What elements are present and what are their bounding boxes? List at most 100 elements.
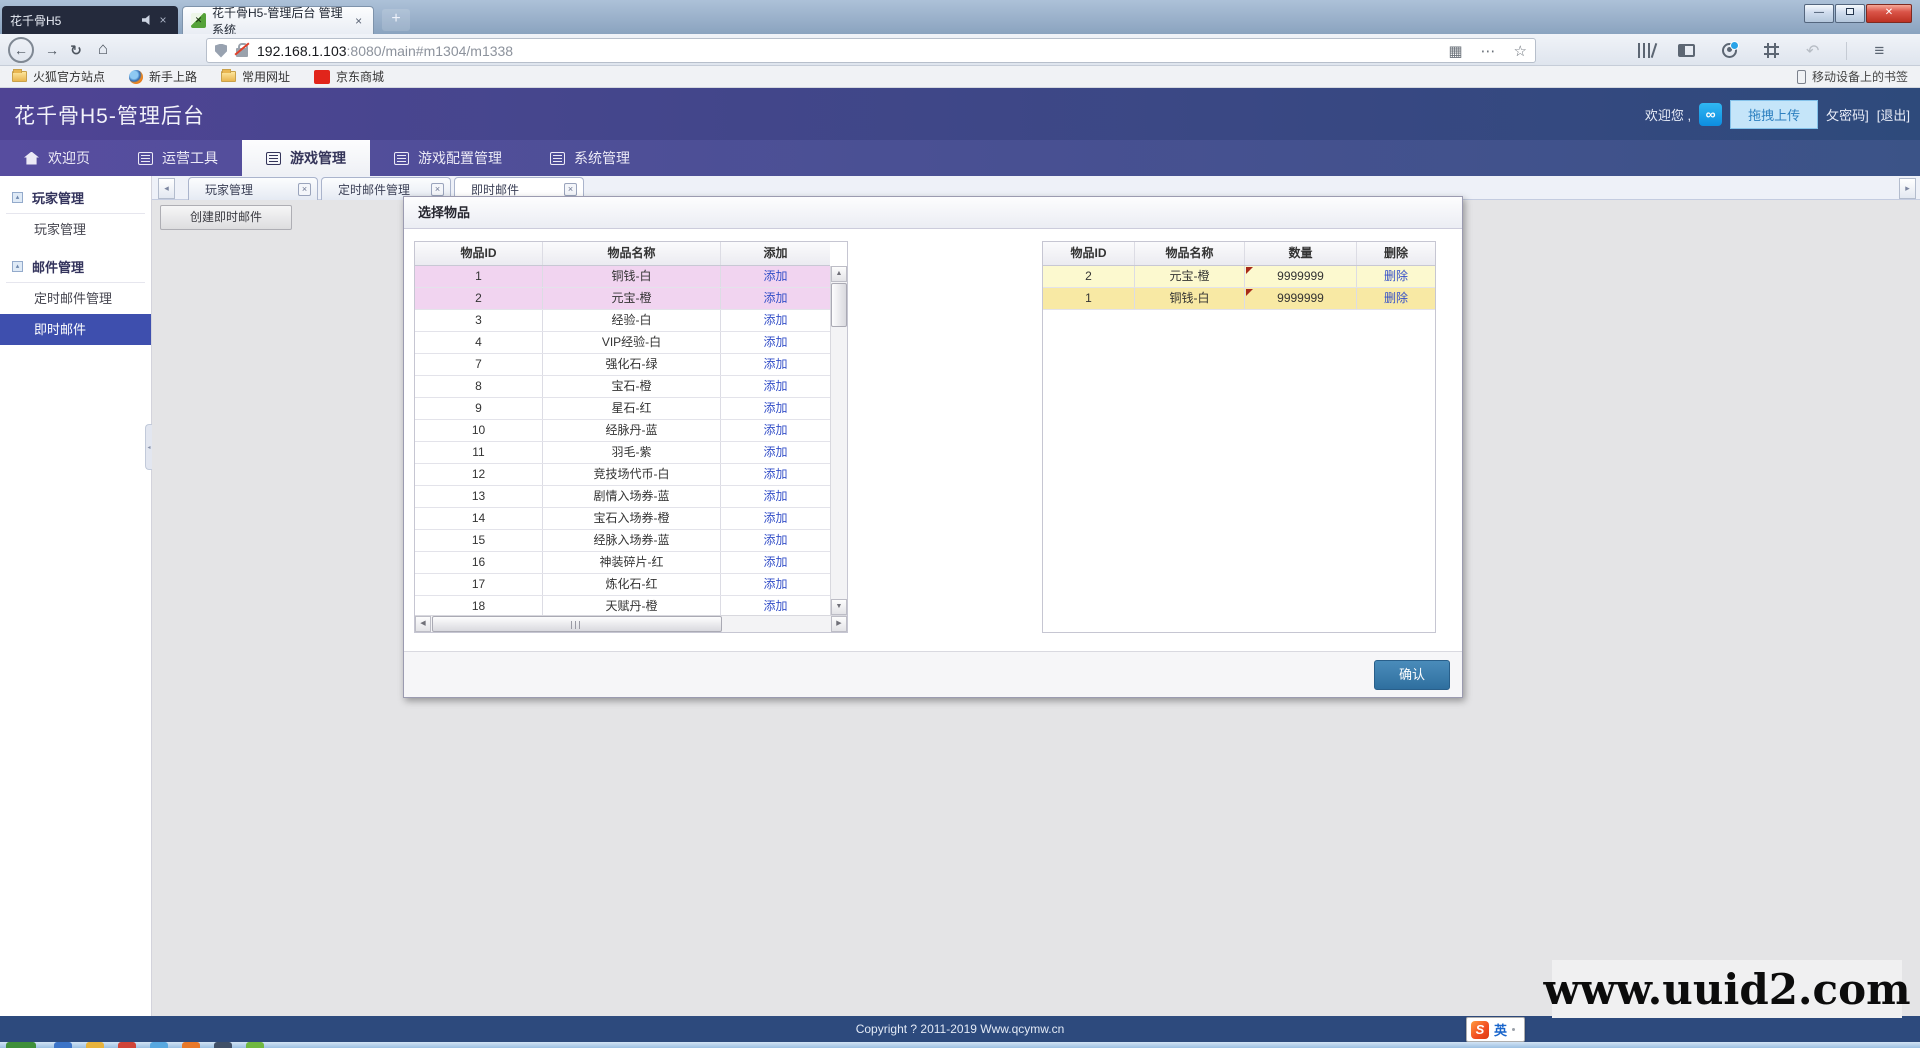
nav-tab-1[interactable]: 运营工具 xyxy=(114,140,242,176)
horizontal-scrollbar[interactable]: ◀ ▶ xyxy=(415,615,847,632)
item-row[interactable]: 10经脉丹-蓝添加 xyxy=(415,420,830,442)
confirm-button[interactable]: 确认 xyxy=(1374,660,1450,690)
scrollbar-thumb[interactable] xyxy=(432,616,722,632)
close-icon[interactable]: × xyxy=(298,183,311,196)
sidebar-group-1[interactable]: ▴邮件管理 xyxy=(6,251,145,283)
quantity-cell[interactable]: 9999999 xyxy=(1245,266,1357,287)
add-link[interactable]: 添加 xyxy=(763,423,787,437)
taskbar-icon[interactable] xyxy=(6,1042,36,1048)
add-link[interactable]: 添加 xyxy=(763,313,787,327)
sidebar-toggle-icon[interactable] xyxy=(1678,44,1695,57)
insecure-lock-icon[interactable] xyxy=(236,48,248,57)
ime-indicator[interactable]: S 英 xyxy=(1466,1017,1525,1042)
bookmark-item-2[interactable]: 常用网址 xyxy=(221,68,290,85)
taskbar-icon[interactable] xyxy=(246,1042,264,1048)
back-icon[interactable]: ← xyxy=(8,37,34,63)
scrollbar-thumb[interactable] xyxy=(831,283,847,327)
item-row[interactable]: 4VIP经验-白添加 xyxy=(415,332,830,354)
tab-mute-icon[interactable] xyxy=(142,15,153,25)
menu-icon[interactable]: ≡ xyxy=(1874,41,1884,61)
collapse-icon[interactable]: ▴ xyxy=(12,261,23,272)
add-link[interactable]: 添加 xyxy=(763,335,787,349)
add-link[interactable]: 添加 xyxy=(763,555,787,569)
item-row[interactable]: 8宝石-橙添加 xyxy=(415,376,830,398)
new-tab-button[interactable]: + xyxy=(382,9,410,31)
item-row[interactable]: 15经脉入场券-蓝添加 xyxy=(415,530,830,552)
item-row[interactable]: 18天赋丹-橙添加 xyxy=(415,596,830,617)
sidebar-item-1-0[interactable]: 定时邮件管理 xyxy=(0,283,151,314)
item-row[interactable]: 14宝石入场券-橙添加 xyxy=(415,508,830,530)
minimize-button[interactable]: — xyxy=(1804,4,1834,23)
nav-tab-0[interactable]: 欢迎页 xyxy=(0,140,114,176)
home-icon[interactable]: ⌂ xyxy=(92,39,114,59)
qr-code-icon[interactable]: ▦ xyxy=(1448,42,1462,60)
item-row[interactable]: 17炼化石-红添加 xyxy=(415,574,830,596)
selected-item-row[interactable]: 1铜钱-白9999999删除 xyxy=(1043,288,1435,310)
logout-link[interactable]: [退出] xyxy=(1877,105,1910,124)
tab-close-icon[interactable]: × xyxy=(352,14,365,28)
undo-icon[interactable]: ↶ xyxy=(1806,41,1819,61)
taskbar-icon[interactable] xyxy=(214,1042,232,1048)
add-link[interactable]: 添加 xyxy=(763,357,787,371)
add-link[interactable]: 添加 xyxy=(763,599,787,613)
item-row[interactable]: 13剧情入场券-蓝添加 xyxy=(415,486,830,508)
netdisk-icon[interactable]: ∞ xyxy=(1699,103,1722,126)
add-link[interactable]: 添加 xyxy=(763,511,787,525)
reload-icon[interactable]: ↻ xyxy=(66,41,86,59)
delete-link[interactable]: 删除 xyxy=(1384,269,1408,283)
bookmark-star-icon[interactable]: ☆ xyxy=(1514,42,1527,60)
item-row[interactable]: 7强化石-绿添加 xyxy=(415,354,830,376)
add-link[interactable]: 添加 xyxy=(763,269,787,283)
nav-tab-2[interactable]: 游戏管理 xyxy=(242,140,370,176)
scroll-down-icon[interactable]: ▼ xyxy=(831,599,847,615)
account-icon[interactable] xyxy=(1722,43,1737,58)
delete-link[interactable]: 删除 xyxy=(1384,291,1408,305)
mobile-bookmarks[interactable]: 移动设备上的书签 xyxy=(1797,68,1908,85)
drag-upload-button[interactable]: 拖拽上传 xyxy=(1730,100,1818,129)
scroll-up-icon[interactable]: ▲ xyxy=(831,266,847,282)
item-row[interactable]: 12竞技场代币-白添加 xyxy=(415,464,830,486)
page-actions-icon[interactable]: ⋯ xyxy=(1481,42,1496,60)
library-icon[interactable] xyxy=(1638,43,1651,58)
vertical-scrollbar[interactable]: ▲ ▼ xyxy=(830,266,847,615)
close-icon[interactable]: × xyxy=(431,183,444,196)
taskbar-icon[interactable] xyxy=(54,1042,72,1048)
add-link[interactable]: 添加 xyxy=(763,533,787,547)
tabs-scroll-left-icon[interactable]: ◂ xyxy=(158,178,175,199)
nav-tab-4[interactable]: 系统管理 xyxy=(526,140,654,176)
bookmark-item-0[interactable]: 火狐官方站点 xyxy=(12,68,105,85)
item-row[interactable]: 1铜钱-白添加 xyxy=(415,266,830,288)
sidebar-item-1-1[interactable]: 即时邮件 xyxy=(0,314,151,345)
taskbar-icon[interactable] xyxy=(150,1042,168,1048)
add-link[interactable]: 添加 xyxy=(763,577,787,591)
browser-tab-active[interactable]: ✕ 花千骨H5-管理后台 管理系统 × xyxy=(182,6,374,34)
add-link[interactable]: 添加 xyxy=(763,379,787,393)
scroll-left-icon[interactable]: ◀ xyxy=(415,616,431,632)
add-link[interactable]: 添加 xyxy=(763,489,787,503)
add-link[interactable]: 添加 xyxy=(763,401,787,415)
add-link[interactable]: 添加 xyxy=(763,291,787,305)
taskbar-icon[interactable] xyxy=(182,1042,200,1048)
create-mail-button[interactable]: 创建即时邮件 xyxy=(160,205,292,230)
scroll-right-icon[interactable]: ▶ xyxy=(831,616,847,632)
bookmark-item-1[interactable]: 新手上路 xyxy=(129,68,197,85)
close-button[interactable]: ✕ xyxy=(1866,4,1912,23)
forward-icon[interactable]: → xyxy=(42,41,62,59)
address-bar[interactable]: 192.168.1.103:8080/main#m1304/m1338 ▦ ⋯ … xyxy=(206,38,1536,63)
add-link[interactable]: 添加 xyxy=(763,467,787,481)
tracking-shield-icon[interactable] xyxy=(215,44,227,58)
item-row[interactable]: 2元宝-橙添加 xyxy=(415,288,830,310)
content-tab-0[interactable]: 玩家管理× xyxy=(188,177,318,200)
quantity-cell[interactable]: 9999999 xyxy=(1245,288,1357,309)
change-password-link[interactable]: 攵密码] xyxy=(1826,105,1869,124)
tabs-scroll-right-icon[interactable]: ▸ xyxy=(1899,178,1916,199)
sidebar-item-0-0[interactable]: 玩家管理 xyxy=(0,214,151,245)
restore-button[interactable] xyxy=(1835,4,1865,23)
item-row[interactable]: 3经验-白添加 xyxy=(415,310,830,332)
tab-close-icon[interactable]: × xyxy=(156,13,170,27)
screenshot-icon[interactable] xyxy=(1764,43,1779,58)
sidebar-group-0[interactable]: ▴玩家管理 xyxy=(6,182,145,214)
taskbar-icon[interactable] xyxy=(86,1042,104,1048)
browser-tab-background[interactable]: 花千骨H5 × xyxy=(2,6,178,34)
taskbar-icon[interactable] xyxy=(118,1042,136,1048)
